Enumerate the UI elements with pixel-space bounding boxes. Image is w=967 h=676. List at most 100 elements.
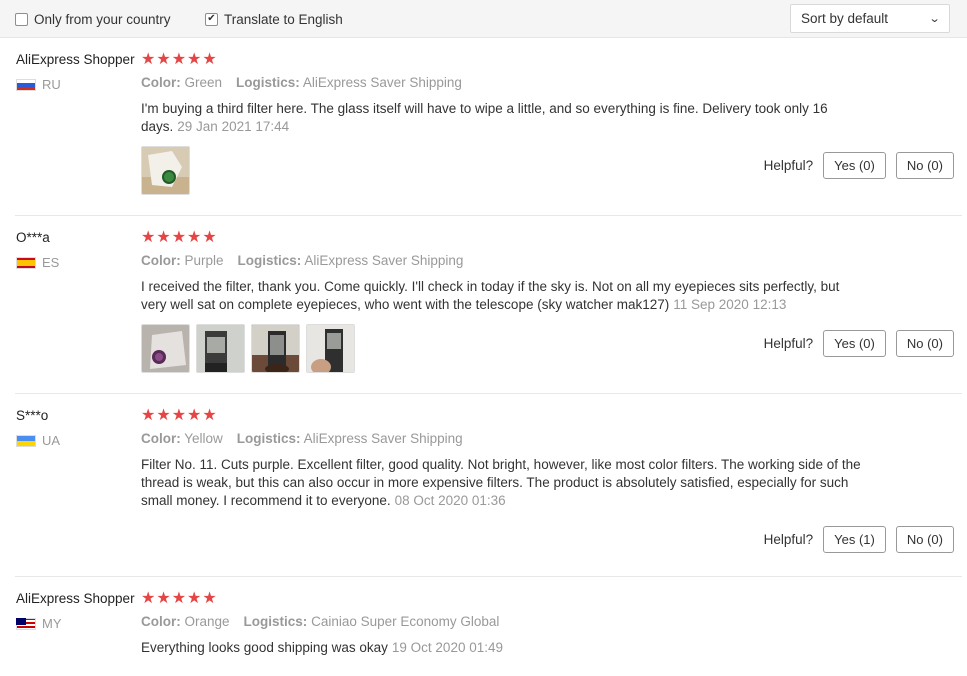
review-photos	[141, 146, 190, 195]
logistics-label: Logistics:	[243, 614, 308, 629]
helpful-no-button[interactable]: No (0)	[895, 152, 954, 179]
helpful-controls: Helpful? Yes (1) No (0)	[764, 526, 954, 553]
reviewer-name: AliExpress Shopper	[16, 591, 135, 606]
helpful-no-button[interactable]: No (0)	[895, 330, 954, 357]
checkbox-unchecked-icon[interactable]	[15, 12, 28, 26]
review-meta: Color: Yellow Logistics: AliExpress Saver…	[141, 431, 463, 446]
review-text: Filter No. 11. Cuts purple. Excellent fi…	[141, 456, 861, 510]
flag-ua-icon	[16, 434, 36, 447]
star-icon: ★	[202, 229, 217, 246]
review-date: 19 Oct 2020 01:49	[391, 640, 503, 655]
reviewer-name: S***o	[16, 408, 49, 423]
logistics-value: Cainiao Super Economy Global	[311, 614, 500, 629]
star-rating: ★ ★ ★ ★ ★	[141, 52, 217, 68]
color-value: Yellow	[184, 431, 223, 446]
country-code: MY	[42, 616, 62, 631]
star-icon: ★	[141, 51, 156, 68]
review-photo[interactable]	[141, 324, 190, 373]
star-icon: ★	[187, 229, 202, 246]
divider	[15, 215, 962, 216]
star-icon: ★	[202, 590, 217, 607]
star-icon: ★	[202, 407, 217, 424]
only-from-country-checkbox[interactable]: Only from your country	[15, 11, 171, 27]
review-item: S***o UA ★ ★ ★ ★ ★ Color: Yellow Logistics: A…	[0, 408, 967, 577]
country-code: UA	[42, 433, 61, 448]
review-meta: Color: Orange Logistics: Cainiao Super Ec…	[141, 614, 499, 629]
country-code: RU	[42, 77, 61, 92]
review-item: AliExpress Shopper RU ★ ★ ★ ★ ★ Color: Green…	[0, 52, 967, 216]
translate-to-english-checkbox[interactable]: ✔ Translate to English	[205, 11, 343, 27]
helpful-label: Helpful?	[763, 158, 814, 173]
star-icon: ★	[141, 590, 156, 607]
logistics-label: Logistics:	[236, 431, 301, 446]
review-photo[interactable]	[196, 324, 245, 373]
helpful-label: Helpful?	[763, 532, 814, 547]
color-value: Purple	[184, 253, 224, 268]
review-photo[interactable]	[251, 324, 300, 373]
only-from-country-label: Only from your country	[34, 11, 171, 27]
color-label: Color:	[141, 614, 181, 629]
country-code: ES	[42, 255, 60, 270]
helpful-yes-button[interactable]: Yes (0)	[823, 152, 886, 179]
star-icon: ★	[156, 229, 171, 246]
sort-value: Sort by default	[801, 11, 889, 26]
helpful-no-button[interactable]: No (0)	[895, 526, 954, 553]
reviewer-name: O***a	[16, 230, 50, 245]
flag-ru-icon	[16, 78, 36, 91]
color-label: Color:	[141, 431, 181, 446]
star-icon: ★	[187, 51, 202, 68]
star-rating: ★ ★ ★ ★ ★	[141, 230, 217, 246]
review-item: AliExpress Shopper MY ★ ★ ★ ★ ★ Color: Orang…	[0, 591, 967, 676]
star-icon: ★	[156, 590, 171, 607]
color-value: Orange	[184, 614, 230, 629]
translate-label: Translate to English	[224, 11, 343, 27]
reviewer-country: ES	[16, 255, 59, 270]
reviewer-country: UA	[16, 433, 60, 448]
flag-es-icon	[16, 256, 36, 269]
sort-dropdown[interactable]: Sort by default ⌄	[790, 4, 950, 33]
star-icon: ★	[171, 407, 187, 424]
divider	[15, 576, 962, 577]
logistics-value: AliExpress Saver Shipping	[303, 431, 463, 446]
review-meta: Color: Green Logistics: AliExpress Saver …	[141, 75, 462, 90]
logistics-label: Logistics:	[237, 253, 302, 268]
review-meta: Color: Purple Logistics: AliExpress Saver…	[141, 253, 463, 268]
logistics-value: AliExpress Saver Shipping	[304, 253, 464, 268]
review-date: 08 Oct 2020 01:36	[394, 493, 506, 508]
helpful-controls: Helpful? Yes (0) No (0)	[764, 152, 954, 179]
star-icon: ★	[202, 51, 217, 68]
star-icon: ★	[187, 407, 202, 424]
helpful-yes-button[interactable]: Yes (0)	[823, 330, 886, 357]
review-item: O***a ES ★ ★ ★ ★ ★ Color: Purple Logistics: A…	[0, 230, 967, 394]
review-date: 29 Jan 2021 17:44	[177, 119, 290, 134]
star-icon: ★	[171, 51, 187, 68]
review-photo[interactable]	[306, 324, 355, 373]
filter-bar: Only from your country ✔ Translate to En…	[0, 0, 967, 38]
logistics-label: Logistics:	[236, 75, 300, 90]
checkbox-checked-icon[interactable]: ✔	[205, 12, 218, 26]
review-text: I received the filter, thank you. Come q…	[141, 278, 861, 314]
star-icon: ★	[156, 51, 171, 68]
star-icon: ★	[141, 407, 156, 424]
review-photos	[141, 324, 355, 373]
helpful-label: Helpful?	[763, 336, 814, 351]
reviewer-country: MY	[16, 616, 62, 631]
color-label: Color:	[141, 253, 181, 268]
star-rating: ★ ★ ★ ★ ★	[141, 408, 217, 424]
star-icon: ★	[171, 590, 187, 607]
helpful-controls: Helpful? Yes (0) No (0)	[764, 330, 954, 357]
logistics-value: AliExpress Saver Shipping	[302, 75, 462, 90]
color-label: Color:	[141, 75, 181, 90]
reviewer-name: AliExpress Shopper	[16, 52, 135, 67]
star-rating: ★ ★ ★ ★ ★	[141, 591, 217, 607]
review-text: Everything looks good shipping was okay 1…	[141, 639, 861, 657]
star-icon: ★	[171, 229, 187, 246]
review-date: 11 Sep 2020 12:13	[673, 297, 787, 312]
star-icon: ★	[156, 407, 171, 424]
helpful-yes-button[interactable]: Yes (1)	[823, 526, 886, 553]
review-photo[interactable]	[141, 146, 190, 195]
chevron-down-icon: ⌄	[928, 13, 941, 25]
star-icon: ★	[187, 590, 202, 607]
review-text: I'm buying a third filter here. The glas…	[141, 100, 861, 136]
color-value: Green	[184, 75, 223, 90]
